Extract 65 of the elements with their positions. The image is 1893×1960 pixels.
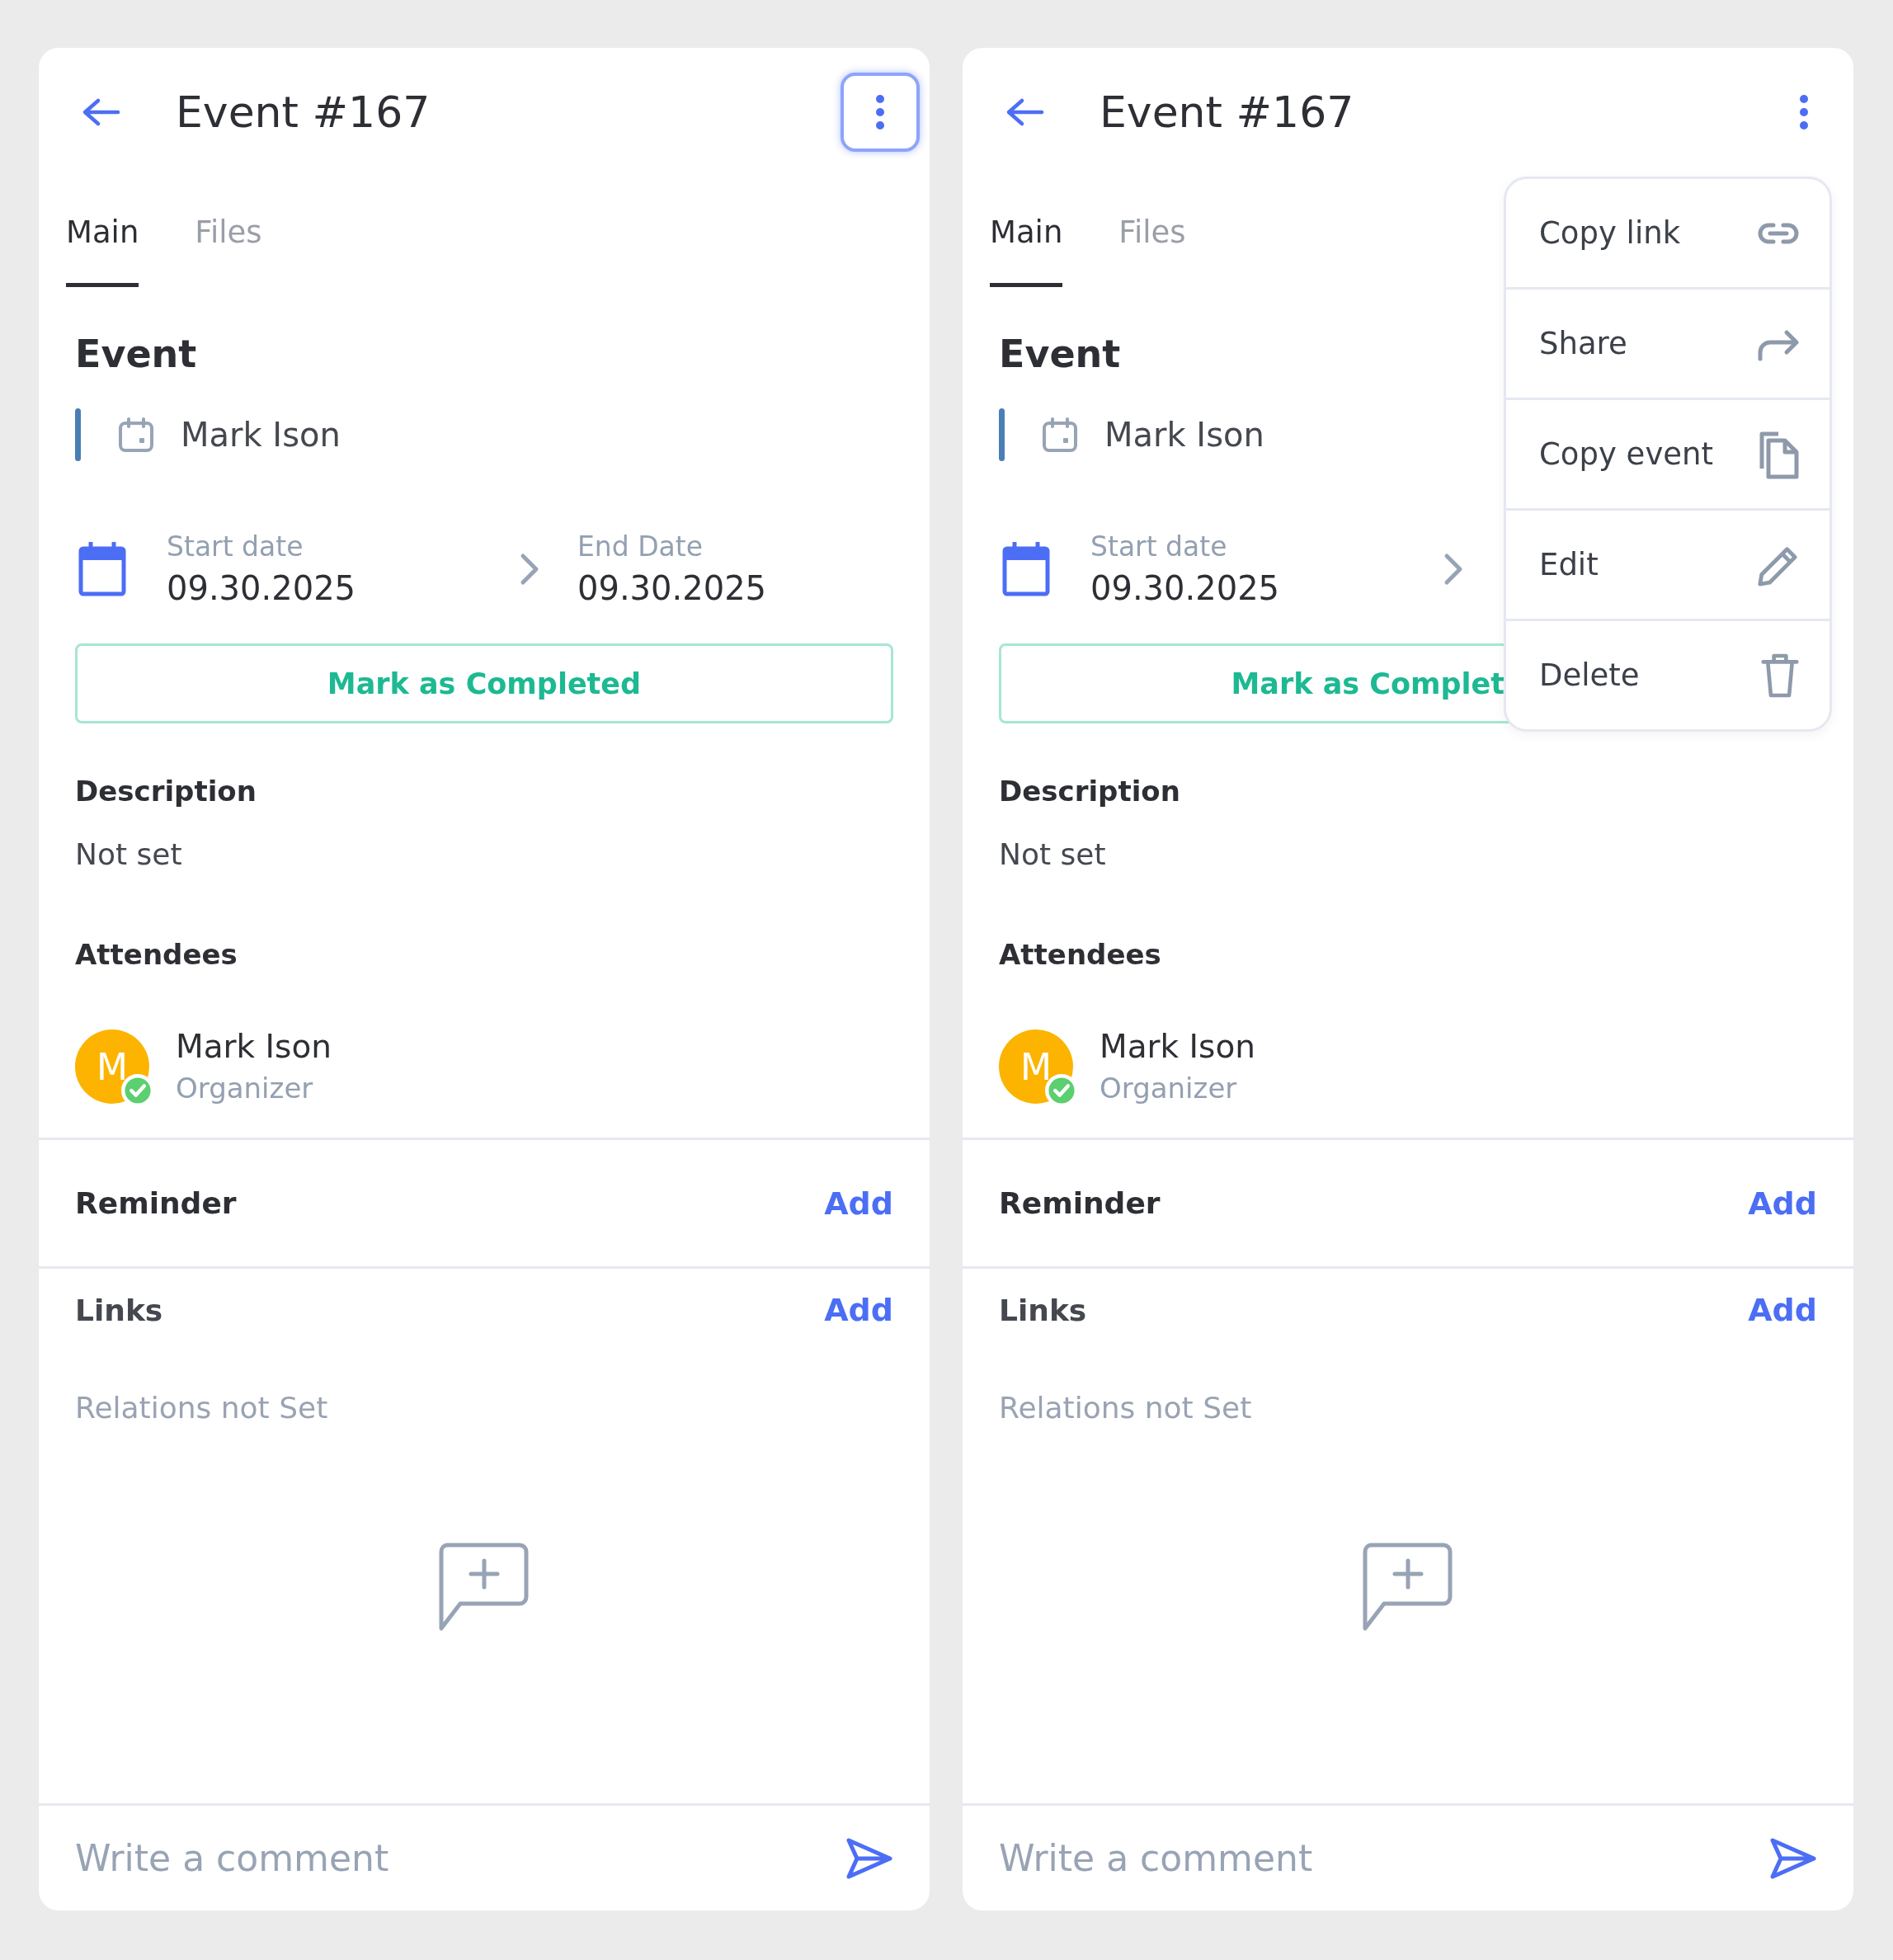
event-title: Event #167 bbox=[1100, 87, 1354, 137]
menu-item-label: Copy link bbox=[1539, 215, 1681, 251]
add-comment-icon[interactable] bbox=[1363, 1543, 1453, 1632]
more-button[interactable] bbox=[841, 73, 920, 152]
send-icon[interactable] bbox=[1769, 1836, 1817, 1880]
date-value: 09.30.2025 bbox=[167, 568, 357, 609]
add-link[interactable]: Add bbox=[824, 1292, 893, 1328]
tab[interactable]: Files bbox=[195, 177, 262, 287]
add-link[interactable]: Add bbox=[824, 1185, 893, 1222]
calendar-icon bbox=[1002, 542, 1050, 596]
calendar-name: Mark Ison bbox=[181, 416, 341, 454]
menu-item[interactable]: Copy event bbox=[1506, 400, 1829, 511]
date-value: 09.30.2025 bbox=[577, 568, 767, 609]
empty-relations-text: Relations not Set bbox=[75, 1390, 329, 1426]
add-comment-icon[interactable] bbox=[439, 1543, 530, 1632]
date-label: Start date bbox=[1090, 530, 1228, 564]
menu-item-label: Delete bbox=[1539, 657, 1640, 693]
menu-item-label: Share bbox=[1539, 326, 1627, 361]
chevron-right-icon bbox=[1443, 553, 1463, 586]
event-title: Event #167 bbox=[176, 87, 431, 137]
comment-field[interactable]: Write a comment bbox=[75, 1837, 845, 1879]
section-label: Links bbox=[75, 1293, 163, 1327]
section-label: Description bbox=[75, 774, 257, 809]
calendar-color-bar bbox=[75, 408, 81, 461]
section-heading: Event bbox=[75, 331, 197, 378]
calendar-icon bbox=[78, 542, 126, 596]
menu-item-label: Copy event bbox=[1539, 436, 1713, 472]
avatar-initial: M bbox=[1020, 1045, 1052, 1088]
mark-completed-button[interactable]: Mark as Completed bbox=[75, 643, 893, 723]
attendee-role: Organizer bbox=[176, 1071, 314, 1106]
menu-item[interactable]: Share bbox=[1506, 290, 1829, 400]
section-label: Reminder bbox=[75, 1186, 237, 1220]
date-label: End Date bbox=[577, 530, 704, 564]
tab[interactable]: Main bbox=[990, 177, 1063, 287]
calendar-icon bbox=[1042, 417, 1078, 452]
calendar-color-bar bbox=[999, 408, 1005, 461]
attendee-name: Mark Ison bbox=[176, 1027, 332, 1067]
date-label: Start date bbox=[167, 530, 304, 564]
send-icon[interactable] bbox=[845, 1836, 893, 1880]
add-link[interactable]: Add bbox=[1748, 1185, 1817, 1222]
date-value: 09.30.2025 bbox=[1090, 568, 1281, 609]
menu-item[interactable]: Copy link bbox=[1506, 179, 1829, 290]
attendee-name: Mark Ison bbox=[1100, 1027, 1255, 1067]
calendar-icon bbox=[118, 417, 154, 452]
avatar-initial: M bbox=[97, 1045, 128, 1088]
calendar-name: Mark Ison bbox=[1104, 416, 1264, 454]
chevron-right-icon bbox=[520, 553, 539, 586]
description-text: Not set bbox=[75, 836, 182, 873]
section-label: Attendees bbox=[75, 937, 238, 973]
description-text: Not set bbox=[999, 836, 1106, 873]
menu-item-label: Edit bbox=[1539, 547, 1599, 582]
section-label: Attendees bbox=[999, 937, 1161, 973]
section-label: Reminder bbox=[999, 1186, 1161, 1220]
comment-field[interactable]: Write a comment bbox=[999, 1837, 1769, 1879]
kebab-icon bbox=[875, 94, 885, 130]
section-label: Description bbox=[999, 774, 1180, 809]
tab[interactable]: Files bbox=[1118, 177, 1186, 287]
attendee-role: Organizer bbox=[1100, 1071, 1238, 1106]
add-link[interactable]: Add bbox=[1748, 1292, 1817, 1328]
section-heading: Event bbox=[999, 331, 1121, 378]
kebab-icon bbox=[1799, 94, 1809, 130]
empty-relations-text: Relations not Set bbox=[999, 1390, 1253, 1426]
menu-item[interactable]: Edit bbox=[1506, 511, 1829, 621]
tab[interactable]: Main bbox=[66, 177, 139, 287]
section-label: Links bbox=[999, 1293, 1087, 1327]
